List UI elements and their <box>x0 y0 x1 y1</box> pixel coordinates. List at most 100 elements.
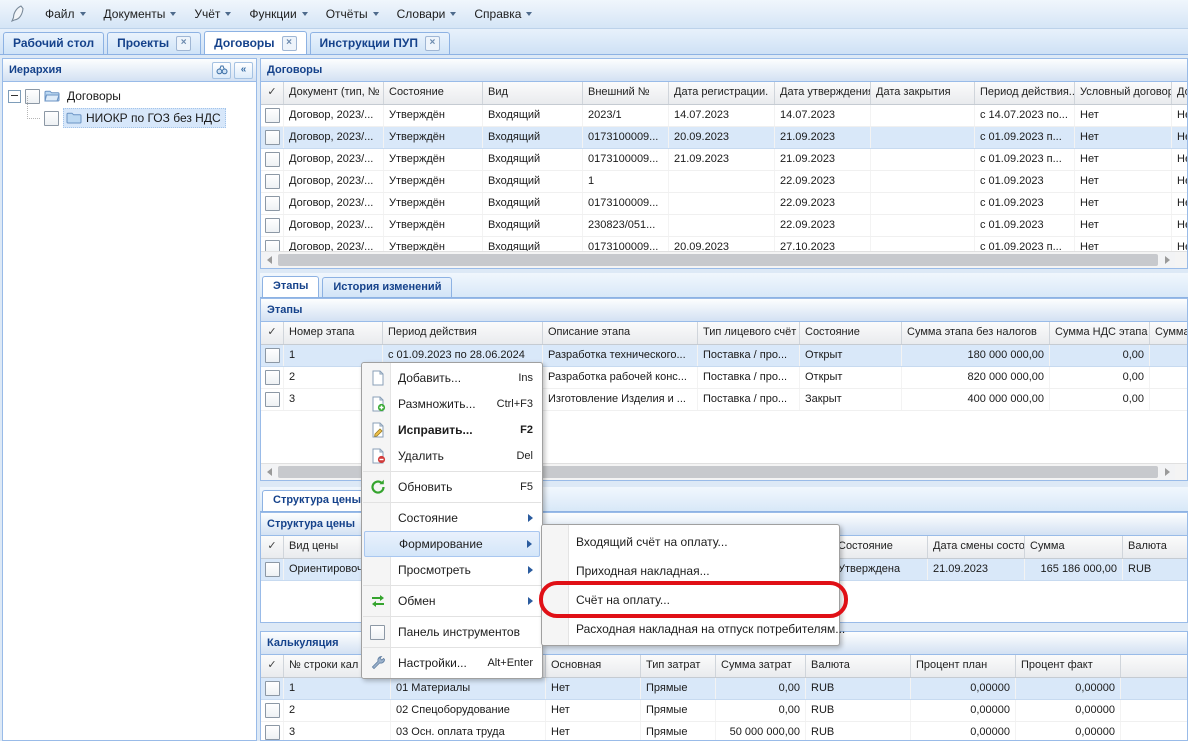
table-row[interactable]: 202 СпецоборудованиеНетПрямые0,00RUB0,00… <box>261 700 1187 722</box>
column-header[interactable]: Вид <box>483 82 583 104</box>
row-checkbox[interactable] <box>265 174 280 189</box>
table-row[interactable]: Договор, 2023/...УтверждёнВходящий230823… <box>261 215 1187 237</box>
column-header[interactable]: Процент факт <box>1016 655 1121 677</box>
tab-contracts[interactable]: Договоры× <box>204 31 306 54</box>
menubar-item-2[interactable]: Учёт <box>185 4 240 24</box>
close-icon[interactable]: × <box>176 36 191 51</box>
table-row[interactable]: Договор, 2023/...УтверждёнВходящий122.09… <box>261 171 1187 193</box>
menubar-item-1[interactable]: Документы <box>95 4 186 24</box>
scroll-left-icon[interactable] <box>261 252 277 268</box>
row-checkbox[interactable] <box>265 681 280 696</box>
select-all-column-header[interactable]: ✓ <box>261 82 284 104</box>
menu-item-11[interactable]: Обмен <box>364 588 540 614</box>
submenu-item-1[interactable]: Приходная накладная... <box>542 556 839 585</box>
column-header[interactable]: Период действия <box>383 322 543 344</box>
column-header[interactable]: Номер этапа <box>284 322 383 344</box>
menu-item-3[interactable]: УдалитьDel <box>364 443 540 469</box>
column-header[interactable]: Валюта <box>806 655 911 677</box>
menu-item-7[interactable]: Состояние <box>364 505 540 531</box>
column-header[interactable]: Состояние <box>384 82 483 104</box>
row-checkbox[interactable] <box>265 240 280 251</box>
column-header[interactable]: Дата смены состоя <box>928 536 1025 558</box>
row-checkbox[interactable] <box>265 348 280 363</box>
column-header[interactable]: Тип лицевого счёт <box>698 322 800 344</box>
tab-change-history[interactable]: История изменений <box>322 277 452 297</box>
row-checkbox[interactable] <box>265 196 280 211</box>
tab-desktop[interactable]: Рабочий стол <box>3 32 104 54</box>
menubar-item-3[interactable]: Функции <box>240 4 316 24</box>
column-header[interactable] <box>1121 655 1187 677</box>
tab-instructions[interactable]: Инструкции ПУП× <box>310 32 450 54</box>
column-header[interactable]: Дата регистрации. <box>669 82 775 104</box>
tab-stages[interactable]: Этапы <box>262 276 319 297</box>
column-header[interactable]: Сумма этапа без налогов <box>902 322 1050 344</box>
submenu-item-2[interactable]: Счёт на оплату... <box>542 585 839 614</box>
menu-item-1[interactable]: Размножить...Ctrl+F3 <box>364 391 540 417</box>
close-icon[interactable]: × <box>282 36 297 51</box>
submenu-item-0[interactable]: Входящий счёт на оплату... <box>542 527 839 556</box>
column-header[interactable]: Процент план <box>911 655 1016 677</box>
menu-item-9[interactable]: Просмотреть <box>364 557 540 583</box>
menubar-item-6[interactable]: Справка <box>465 4 541 24</box>
menubar-item-5[interactable]: Словари <box>388 4 466 24</box>
table-row[interactable]: 303 Осн. оплата трудаНетПрямые50 000 000… <box>261 722 1187 740</box>
horizontal-scrollbar[interactable] <box>261 251 1187 268</box>
menu-item-8[interactable]: Формирование <box>364 531 540 557</box>
column-header[interactable]: Основная <box>546 655 641 677</box>
close-icon[interactable]: × <box>425 36 440 51</box>
menubar-item-4[interactable]: Отчёты <box>317 4 388 24</box>
column-header[interactable]: Состояние <box>833 536 928 558</box>
column-header[interactable]: Сумма затрат <box>716 655 806 677</box>
tree-node-contracts[interactable]: Договоры <box>3 85 256 107</box>
table-row[interactable]: 101 МатериалыНетПрямые0,00RUB0,000000,00… <box>261 678 1187 700</box>
row-checkbox[interactable] <box>265 562 280 577</box>
row-checkbox[interactable] <box>265 703 280 718</box>
column-header[interactable]: Документ (тип, № <box>284 82 384 104</box>
column-header[interactable]: Период действия.. <box>975 82 1075 104</box>
menubar-item-0[interactable]: Файл <box>36 4 95 24</box>
row-checkbox[interactable] <box>265 130 280 145</box>
menu-item-0[interactable]: Добавить...Ins <box>364 365 540 391</box>
scrollbar-thumb[interactable] <box>278 254 1158 266</box>
column-header[interactable]: Дог <box>1172 82 1187 104</box>
column-header[interactable]: Внешний № <box>583 82 669 104</box>
select-all-column-header[interactable]: ✓ <box>261 536 284 558</box>
table-row[interactable]: Договор, 2023/...УтверждёнВходящий017310… <box>261 127 1187 149</box>
table-row[interactable]: Договор, 2023/...УтверждёнВходящий2023/1… <box>261 105 1187 127</box>
menu-item-15[interactable]: Настройки...Alt+Enter <box>364 650 540 676</box>
row-checkbox[interactable] <box>265 370 280 385</box>
column-header[interactable]: Сумма <box>1025 536 1123 558</box>
menu-item-2[interactable]: Исправить...F2 <box>364 417 540 443</box>
collapse-toggle-icon[interactable] <box>8 90 21 103</box>
scroll-right-icon[interactable] <box>1159 464 1175 480</box>
column-header[interactable]: Описание этапа <box>543 322 698 344</box>
tree-node-niokr[interactable]: НИОКР по ГОЗ без НДС <box>3 107 256 129</box>
scroll-left-icon[interactable] <box>261 464 277 480</box>
column-header[interactable]: Сумма эт <box>1150 322 1187 344</box>
select-all-column-header[interactable]: ✓ <box>261 322 284 344</box>
row-checkbox[interactable] <box>265 392 280 407</box>
column-header[interactable]: Валюта <box>1123 536 1187 558</box>
collapse-panel-icon[interactable]: « <box>234 62 253 79</box>
scroll-right-icon[interactable] <box>1159 252 1175 268</box>
table-row[interactable]: Договор, 2023/...УтверждёнВходящий017310… <box>261 193 1187 215</box>
column-header[interactable]: Сумма НДС этапа <box>1050 322 1150 344</box>
column-header[interactable]: Состояние <box>800 322 902 344</box>
submenu-item-3[interactable]: Расходная накладная на отпуск потребител… <box>542 614 839 643</box>
row-checkbox[interactable] <box>265 218 280 233</box>
menu-item-13[interactable]: Панель инструментов <box>364 619 540 645</box>
table-row[interactable]: Договор, 2023/...УтверждёнВходящий017310… <box>261 149 1187 171</box>
column-header[interactable]: Тип затрат <box>641 655 716 677</box>
node-checkbox[interactable] <box>44 111 59 126</box>
row-checkbox[interactable] <box>265 152 280 167</box>
column-header[interactable]: Дата закрытия <box>871 82 975 104</box>
menu-item-5[interactable]: ОбновитьF5 <box>364 474 540 500</box>
tab-price-structure[interactable]: Структура цены <box>262 490 372 511</box>
select-all-column-header[interactable]: ✓ <box>261 655 284 677</box>
row-checkbox[interactable] <box>265 725 280 740</box>
column-header[interactable]: Условный договор <box>1075 82 1172 104</box>
row-checkbox[interactable] <box>265 108 280 123</box>
tab-projects[interactable]: Проекты× <box>107 32 201 54</box>
column-header[interactable]: Дата утверждения <box>775 82 871 104</box>
search-icon[interactable] <box>212 62 231 79</box>
